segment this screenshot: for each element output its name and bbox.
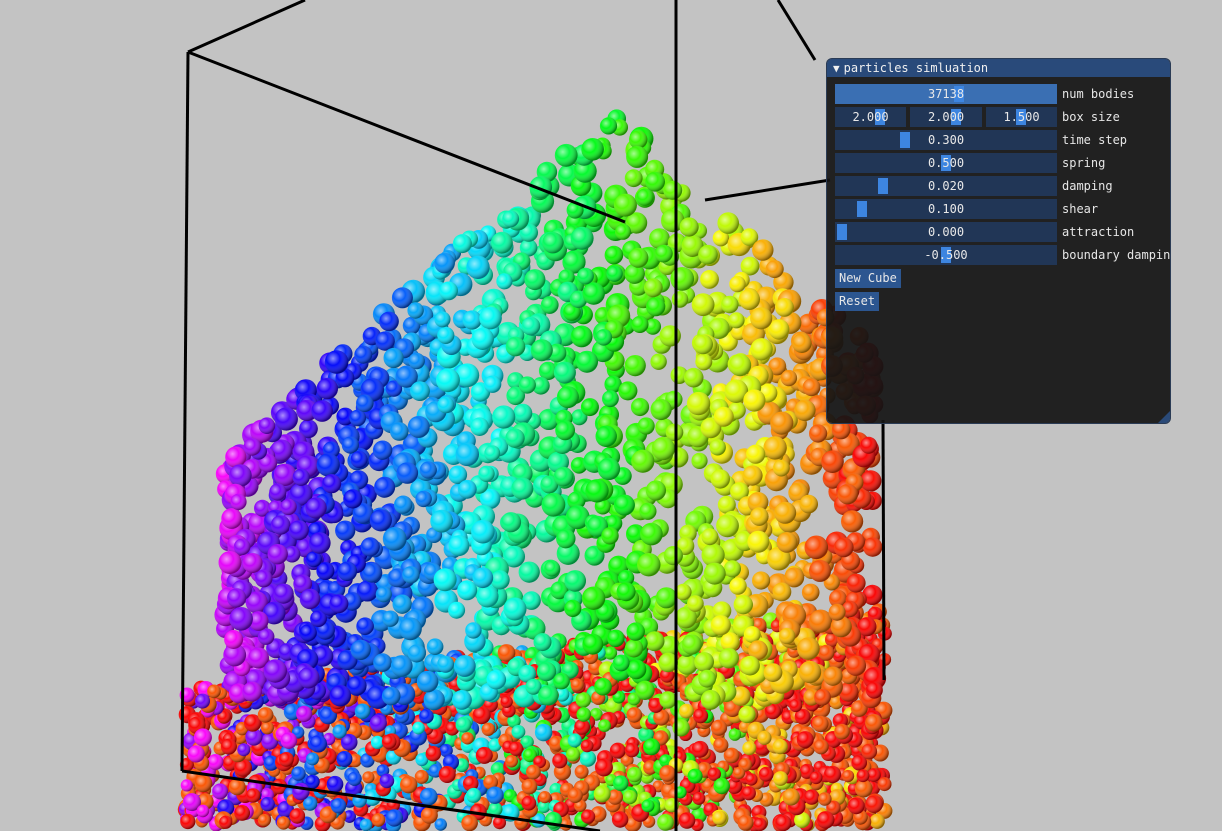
attraction-label: attraction xyxy=(1062,225,1135,239)
damping-value: 0.020 xyxy=(927,179,965,193)
damping-row: 0.020 damping xyxy=(835,176,1170,196)
box-size-y-slider[interactable]: 2.000 xyxy=(910,107,982,127)
damping-label: damping xyxy=(1062,179,1113,193)
box-size-x-slider[interactable]: 2.000 xyxy=(835,107,906,127)
num-bodies-label: num bodies xyxy=(1062,87,1135,101)
num-bodies-slider[interactable]: 37138 xyxy=(835,84,1057,104)
spring-label: spring xyxy=(1062,156,1106,170)
num-bodies-value: 37138 xyxy=(927,87,965,101)
box-size-y-value: 2.000 xyxy=(927,110,965,124)
spring-row: 0.500 spring xyxy=(835,153,1170,173)
reset-button[interactable]: Reset xyxy=(835,292,880,311)
boundary-damping-value: -0.500 xyxy=(924,248,968,262)
shear-value: 0.100 xyxy=(927,202,965,216)
boundary-damping-row: -0.500 boundary dampin xyxy=(835,245,1170,265)
collapse-triangle-icon[interactable]: ▼ xyxy=(833,62,840,75)
attraction-slider-grab[interactable] xyxy=(837,224,847,240)
box-size-x-value: 2.000 xyxy=(852,110,889,124)
window-title-bar[interactable]: ▼ particles simluation xyxy=(827,59,1170,77)
damping-slider[interactable]: 0.020 xyxy=(835,176,1057,196)
boundary-damping-slider[interactable]: -0.500 xyxy=(835,245,1057,265)
window-resize-grip-icon[interactable] xyxy=(1158,411,1170,423)
time-step-label: time step xyxy=(1062,133,1128,147)
shear-label: shear xyxy=(1062,202,1099,216)
box-size-z-value: 1.500 xyxy=(1003,110,1040,124)
box-size-label: box size xyxy=(1062,110,1120,124)
box-size-z-slider[interactable]: 1.500 xyxy=(986,107,1057,127)
damping-slider-grab[interactable] xyxy=(878,178,888,194)
particles-simulation-window[interactable]: ▼ particles simluation 37138 num bodies 2… xyxy=(827,59,1170,423)
shear-row: 0.100 shear xyxy=(835,199,1170,219)
time-step-slider-grab[interactable] xyxy=(900,132,910,148)
shear-slider[interactable]: 0.100 xyxy=(835,199,1057,219)
num-bodies-row: 37138 num bodies xyxy=(835,84,1170,104)
time-step-value: 0.300 xyxy=(927,133,965,147)
spring-slider[interactable]: 0.500 xyxy=(835,153,1057,173)
boundary-damping-label: boundary dampin xyxy=(1062,248,1170,262)
attraction-row: 0.000 attraction xyxy=(835,222,1170,242)
window-title: particles simluation xyxy=(843,61,989,75)
new-cube-button[interactable]: New Cube xyxy=(835,269,901,288)
time-step-slider[interactable]: 0.300 xyxy=(835,130,1057,150)
box-size-row: 2.000 2.000 1.500 box size xyxy=(835,107,1170,127)
spring-value: 0.500 xyxy=(927,156,965,170)
particle-cloud xyxy=(177,109,893,831)
attraction-value: 0.000 xyxy=(927,225,965,239)
shear-slider-grab[interactable] xyxy=(857,201,867,217)
time-step-row: 0.300 time step xyxy=(835,130,1170,150)
attraction-slider[interactable]: 0.000 xyxy=(835,222,1057,242)
